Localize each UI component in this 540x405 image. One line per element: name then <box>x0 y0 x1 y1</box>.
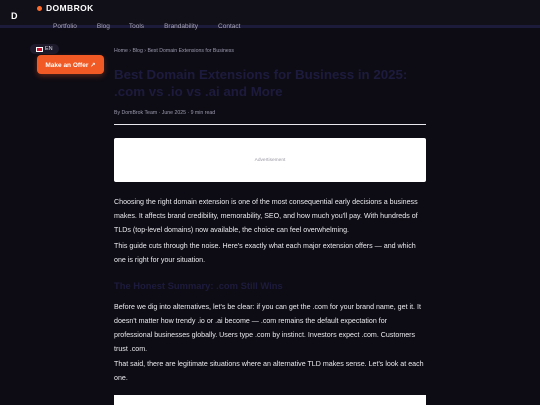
nav-blog[interactable]: Blog <box>97 23 110 30</box>
divider <box>114 124 426 125</box>
intro-paragraph: Choosing the right domain extension is o… <box>114 198 418 234</box>
language-label: EN <box>45 46 53 52</box>
article-title: Best Domain Extensions for Business in 2… <box>114 67 408 99</box>
intro-paragraph-2: This guide cuts through the noise. Here'… <box>114 242 416 264</box>
language-switcher[interactable]: EN <box>30 44 59 54</box>
brand-name: DOMBROK <box>46 3 94 13</box>
main-nav: Portfolio Blog Tools Brandability Contac… <box>53 23 240 30</box>
ad-label: Advertisement <box>254 157 286 163</box>
nav-contact[interactable]: Contact <box>218 23 240 30</box>
article-meta: By DomBrok Team · June 2025 · 9 min read <box>114 110 216 116</box>
section-paragraph-2: That said, there are legitimate situatio… <box>114 360 424 382</box>
nav-portfolio[interactable]: Portfolio <box>53 23 77 30</box>
breadcrumb[interactable]: Home › Blog › Best Domain Extensions for… <box>114 48 234 54</box>
brand-dot-icon <box>37 5 42 11</box>
nav-tools[interactable]: Tools <box>129 23 144 30</box>
section-heading: The Honest Summary: .com Still Wins <box>114 280 283 291</box>
section-paragraph: Before we dig into alternatives, let's b… <box>114 303 421 353</box>
ad-slot-2 <box>114 395 426 405</box>
sidebar-toggle-letter[interactable]: D <box>11 11 18 21</box>
make-offer-button[interactable]: Make an Offer ↗ <box>37 55 104 74</box>
brand-logo[interactable]: DOMBROK <box>37 3 94 13</box>
ad-slot: Advertisement <box>114 138 426 182</box>
top-navigation-bar: D DOMBROK Portfolio Blog Tools Brandabil… <box>0 0 540 30</box>
uk-flag-icon <box>36 46 43 52</box>
nav-brandability[interactable]: Brandability <box>164 23 198 30</box>
